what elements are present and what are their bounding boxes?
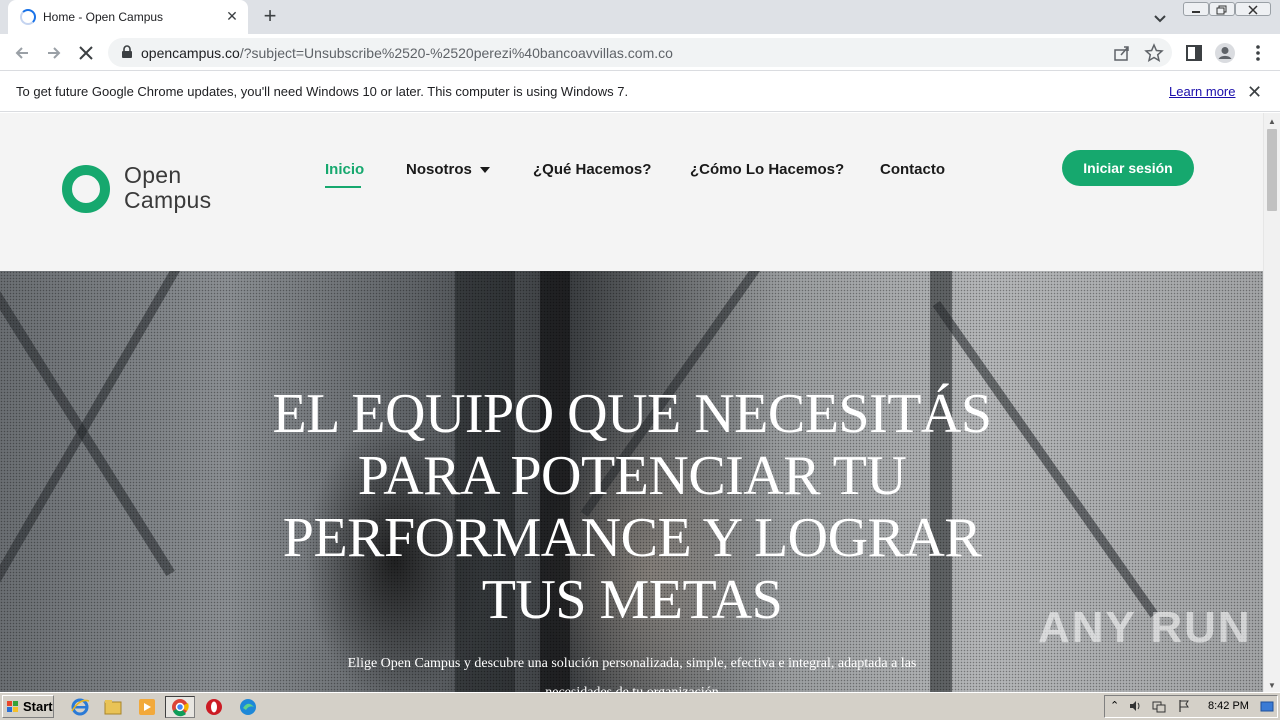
taskbar-clock[interactable]: 8:42 PM [1208,700,1249,712]
hero-subtitle-line: Elige Open Campus y descubre una solució… [347,656,917,671]
tab-close-icon[interactable]: ✕ [224,8,240,24]
nav-nosotros-label: Nosotros [406,161,472,178]
more-menu-icon[interactable] [1247,42,1269,64]
hero-title-line: TUS METAS [481,569,783,631]
scroll-up-arrow-icon[interactable]: ▲ [1268,117,1276,126]
forward-arrow-icon[interactable] [43,42,65,64]
logo-ring-icon [62,165,110,213]
hero-title-line: PARA POTENCIAR TU [357,445,907,507]
window-minimize-button[interactable] [1183,2,1209,16]
action-center-flag-icon[interactable] [1177,699,1191,713]
back-arrow-icon[interactable] [11,42,33,64]
folder-icon[interactable] [102,696,124,718]
tab-title: Home - Open Campus [43,10,164,24]
nav-active-underline [325,186,361,188]
url-host: opencampus.co [141,45,240,61]
url-text[interactable]: opencampus.co/?subject=Unsubscribe%2520-… [141,45,673,61]
start-button[interactable]: Start [2,695,54,718]
hero-title-line: PERFORMANCE Y LOGRAR [282,507,982,569]
loading-spinner-icon [20,9,36,25]
side-panel-icon[interactable] [1183,42,1205,64]
new-tab-button[interactable]: + [258,5,282,29]
open-campus-logo[interactable]: Open Campus [60,163,240,215]
window-close-button[interactable] [1235,2,1271,16]
logo-line-1: Open [124,162,182,188]
share-icon[interactable] [1112,43,1132,63]
opera-icon[interactable] [203,696,225,718]
profile-avatar-icon[interactable] [1214,42,1236,64]
nav-nosotros[interactable]: Nosotros [406,161,490,178]
browser-tab[interactable]: Home - Open Campus ✕ [8,0,248,34]
page-scrollbar[interactable]: ▲ ▼ [1263,113,1280,692]
stop-loading-icon[interactable] [75,42,97,64]
hero-subtitle: Elige Open Campus y descubre una solució… [320,649,944,692]
chrome-taskbar-button[interactable] [165,696,195,718]
anyrun-watermark: ANY RUN [1038,603,1252,652]
edge-icon[interactable] [237,696,259,718]
volume-icon[interactable] [1128,699,1142,713]
address-bar[interactable]: opencampus.co/?subject=Unsubscribe%2520-… [108,38,1172,67]
logo-text: Open Campus [124,163,211,213]
hero-subtitle-line: necesidades de tu organización [320,678,944,692]
tab-search-chevron-icon[interactable] [1150,8,1170,28]
nav-como-lo-hacemos[interactable]: ¿Cómo Lo Hacemos? [690,161,844,178]
window-restore-button[interactable] [1209,2,1235,16]
infobar-message: To get future Google Chrome updates, you… [16,84,629,99]
windows-flag-icon [7,701,18,712]
hero-section: EL EQUIPO QUE NECESITÁS PARA POTENCIAR T… [0,271,1263,692]
scroll-down-arrow-icon[interactable]: ▼ [1268,681,1276,690]
logo-line-2: Campus [124,187,212,213]
update-infobar: To get future Google Chrome updates, you… [0,72,1280,112]
hero-title-line: EL EQUIPO QUE NECESITÁS [272,383,992,445]
show-desktop-icon[interactable] [1260,699,1274,713]
bookmark-star-icon[interactable] [1144,43,1164,63]
nav-inicio[interactable]: Inicio [325,161,364,178]
lock-icon[interactable] [120,45,134,59]
chrome-icon [172,699,189,717]
caret-down-icon [479,167,490,174]
start-label: Start [23,699,53,714]
media-player-icon[interactable] [136,696,158,718]
infobar-close-icon[interactable]: ✕ [1247,83,1262,101]
network-icon[interactable] [1152,699,1166,713]
tab-strip: Home - Open Campus ✕ + [0,0,1280,34]
hero-title: EL EQUIPO QUE NECESITÁS PARA POTENCIAR T… [232,383,1032,631]
page-viewport: Open Campus Inicio Nosotros ¿Qué Hacemos… [0,113,1263,692]
scroll-thumb[interactable] [1267,129,1277,211]
learn-more-link[interactable]: Learn more [1169,84,1235,99]
windows-taskbar: Start ⌃ 8:42 PM [0,692,1280,720]
url-path: /?subject=Unsubscribe%2520-%2520perezi%4… [239,45,673,61]
site-header: Open Campus Inicio Nosotros ¿Qué Hacemos… [0,113,1263,271]
tray-overflow-chevron-icon[interactable]: ⌃ [1110,699,1124,713]
browser-toolbar: opencampus.co/?subject=Unsubscribe%2520-… [0,34,1280,71]
nav-contacto[interactable]: Contacto [880,161,945,178]
nav-que-hacemos[interactable]: ¿Qué Hacemos? [533,161,651,178]
login-button[interactable]: Iniciar sesión [1062,150,1194,186]
internet-explorer-icon[interactable] [69,696,91,718]
